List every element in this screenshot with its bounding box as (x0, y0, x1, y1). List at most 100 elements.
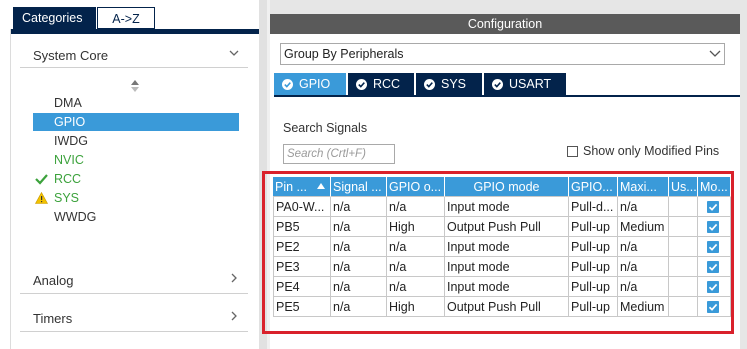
column-header-modified[interactable]: Mo... (698, 177, 731, 197)
show-only-modified-toggle[interactable]: Show only Modified Pins (567, 144, 719, 158)
cell-gpio-output[interactable]: n/a (387, 277, 445, 297)
cell-signal[interactable]: n/a (331, 297, 387, 317)
column-header-gpio-pull[interactable]: GPIO... (569, 177, 618, 197)
sidebar-item-label: IWDG (54, 134, 89, 148)
cell-pin[interactable]: PE2 (273, 237, 331, 257)
cell-gpio-pull[interactable]: Pull-up (569, 237, 618, 257)
cell-gpio-output[interactable]: n/a (387, 197, 445, 217)
sidebar-item-iwdg[interactable]: IWDG (33, 132, 239, 150)
column-header-max-speed[interactable]: Maxi... (618, 177, 669, 197)
search-signals-input[interactable]: Search (Crtl+F) (283, 144, 395, 164)
cell-user-label[interactable] (669, 277, 698, 297)
cell-user-label[interactable] (669, 257, 698, 277)
table-row[interactable]: PE4 n/a n/a Input mode Pull-up n/a (273, 277, 731, 297)
tab-gpio[interactable]: GPIO (274, 73, 346, 95)
cell-pin[interactable]: PA0-W... (273, 197, 331, 217)
tab-bar-underline (274, 95, 740, 97)
checkbox-checked-icon[interactable] (707, 261, 719, 273)
sidebar-item-rcc[interactable]: RCC (33, 170, 239, 188)
group-by-select[interactable]: Group By Peripherals (280, 43, 725, 65)
table-row[interactable]: PE2 n/a n/a Input mode Pull-up n/a (273, 237, 731, 257)
cell-gpio-pull[interactable]: Pull-d... (569, 197, 618, 217)
checkbox-checked-icon[interactable] (707, 221, 719, 233)
tab-usart[interactable]: USART (484, 73, 566, 95)
search-signals-label: Search Signals (283, 121, 368, 135)
cell-pin[interactable]: PE5 (273, 297, 331, 317)
category-separator (20, 293, 248, 294)
checkbox-checked-icon[interactable] (707, 241, 719, 253)
cell-user-label[interactable] (669, 217, 698, 237)
cell-signal[interactable]: n/a (331, 217, 387, 237)
table-row[interactable]: PB5 n/a High Output Push Pull Pull-up Medium (273, 217, 731, 237)
cell-pin[interactable]: PE3 (273, 257, 331, 277)
cell-max-speed[interactable]: n/a (618, 277, 669, 297)
tab-categories[interactable]: Categories (13, 7, 96, 29)
check-circle-icon (356, 78, 367, 90)
cell-gpio-output[interactable]: n/a (387, 237, 445, 257)
cell-max-speed[interactable]: Medium (618, 297, 669, 317)
cell-signal[interactable]: n/a (331, 237, 387, 257)
tab-label: SYS (441, 77, 467, 91)
sidebar-item-dma[interactable]: DMA (33, 94, 239, 112)
sidebar-item-wwdg[interactable]: WWDG (33, 208, 239, 226)
sort-arrows-icon[interactable] (131, 80, 139, 92)
sidebar-item-nvic[interactable]: NVIC (33, 151, 239, 169)
checkbox-unchecked[interactable] (567, 145, 578, 157)
sidebar-item-label: WWDG (54, 210, 97, 224)
category-label: System Core (33, 48, 109, 63)
cell-gpio-mode[interactable]: Input mode (445, 237, 569, 257)
cell-user-label[interactable] (669, 237, 698, 257)
cell-gpio-pull[interactable]: Pull-up (569, 277, 618, 297)
sidebar-item-label: RCC (54, 172, 82, 186)
cell-user-label[interactable] (669, 197, 698, 217)
cell-modified (698, 297, 731, 317)
cell-signal[interactable]: n/a (331, 257, 387, 277)
cell-max-speed[interactable]: n/a (618, 197, 669, 217)
cell-max-speed[interactable]: n/a (618, 237, 669, 257)
checkbox-checked-icon[interactable] (707, 201, 719, 213)
column-header-user-label[interactable]: Us... (669, 177, 698, 197)
cell-gpio-output[interactable]: High (387, 217, 445, 237)
tab-sys[interactable]: SYS (416, 73, 482, 95)
table-row[interactable]: PA0-W... n/a n/a Input mode Pull-d... n/a (273, 197, 731, 217)
checkbox-checked-icon[interactable] (707, 281, 719, 293)
cell-gpio-mode[interactable]: Input mode (445, 257, 569, 277)
cell-gpio-mode[interactable]: Input mode (445, 277, 569, 297)
cell-gpio-pull[interactable]: Pull-up (569, 297, 618, 317)
sidebar-item-label: GPIO (54, 115, 86, 129)
left-panel: Categories A->Z System Core DMA GPIO IWD… (0, 0, 259, 349)
check-icon (35, 174, 48, 185)
cell-modified (698, 237, 731, 257)
cell-gpio-mode[interactable]: Output Push Pull (445, 297, 569, 317)
column-header-pin[interactable]: Pin ... (273, 177, 331, 197)
panel-splitter[interactable] (259, 0, 267, 349)
app-root: Categories A->Z System Core DMA GPIO IWD… (0, 0, 747, 349)
sidebar-item-sys[interactable]: SYS (33, 189, 239, 207)
cell-gpio-pull[interactable]: Pull-up (569, 257, 618, 277)
cell-gpio-mode[interactable]: Input mode (445, 197, 569, 217)
cell-max-speed[interactable]: Medium (618, 217, 669, 237)
column-header-gpio-mode[interactable]: GPIO mode (445, 177, 569, 197)
cell-user-label[interactable] (669, 297, 698, 317)
cell-gpio-output[interactable]: High (387, 297, 445, 317)
cell-signal[interactable]: n/a (331, 277, 387, 297)
cell-pin[interactable]: PE4 (273, 277, 331, 297)
chevron-down-icon (229, 50, 239, 56)
header-label: Pin ... (275, 180, 307, 194)
column-header-gpio-output[interactable]: GPIO o... (387, 177, 445, 197)
checkbox-checked-icon[interactable] (707, 301, 719, 313)
cell-gpio-pull[interactable]: Pull-up (569, 217, 618, 237)
tab-rcc[interactable]: RCC (348, 73, 414, 95)
table-row[interactable]: PE5 n/a High Output Push Pull Pull-up Medium (273, 297, 731, 317)
cell-gpio-output[interactable]: n/a (387, 257, 445, 277)
cell-signal[interactable]: n/a (331, 197, 387, 217)
chevron-right-icon (231, 273, 237, 283)
column-header-signal[interactable]: Signal ... (331, 177, 387, 197)
tab-a-to-z[interactable]: A->Z (97, 7, 155, 29)
sidebar-item-gpio[interactable]: GPIO (33, 113, 239, 131)
left-tab-bar: Categories A->Z (13, 7, 155, 29)
cell-gpio-mode[interactable]: Output Push Pull (445, 217, 569, 237)
cell-max-speed[interactable]: n/a (618, 257, 669, 277)
table-row[interactable]: PE3 n/a n/a Input mode Pull-up n/a (273, 257, 731, 277)
cell-pin[interactable]: PB5 (273, 217, 331, 237)
